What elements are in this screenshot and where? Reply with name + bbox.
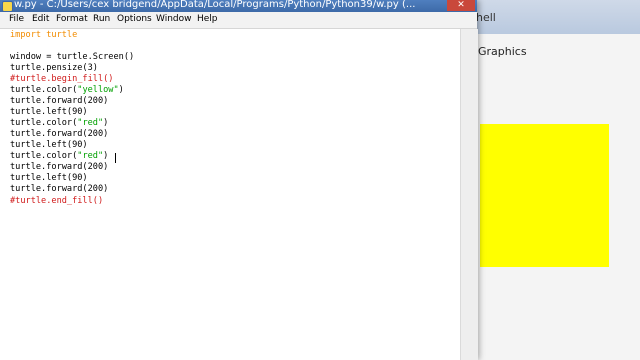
code-line-5: #turtle.begin_fill() bbox=[10, 74, 114, 84]
python-icon bbox=[2, 1, 13, 12]
code-line-7: turtle.forward(200) bbox=[10, 96, 109, 106]
menu-format[interactable]: Format bbox=[56, 14, 88, 24]
menu-edit[interactable]: Edit bbox=[32, 14, 49, 24]
menu-window[interactable]: Window bbox=[156, 14, 192, 24]
turtle-drawing-square bbox=[480, 124, 609, 267]
code-line-3: window = turtle.Screen() bbox=[10, 52, 135, 62]
code-line-11: turtle.left(90) bbox=[10, 140, 88, 150]
code-line-14: turtle.left(90) bbox=[10, 173, 88, 183]
turtle-graphics-window[interactable]: hell Graphics bbox=[462, 0, 640, 360]
vertical-scrollbar[interactable] bbox=[460, 29, 478, 360]
code-line-12: turtle.color("red") bbox=[10, 151, 109, 161]
close-icon[interactable]: ✕ bbox=[447, 0, 475, 11]
menu-options[interactable]: Options bbox=[117, 14, 152, 24]
code-line-13: turtle.forward(200) bbox=[10, 162, 109, 172]
code-line-8: turtle.left(90) bbox=[10, 107, 88, 117]
idle-editor-window[interactable]: w.py - C:/Users/cex bridgend/AppData/Loc… bbox=[0, 0, 478, 360]
code-line-1: import turtle bbox=[10, 30, 78, 40]
code-line-10: turtle.forward(200) bbox=[10, 129, 109, 139]
editor-titlebar[interactable]: w.py - C:/Users/cex bridgend/AppData/Loc… bbox=[0, 0, 477, 12]
menu-file[interactable]: File bbox=[9, 14, 24, 24]
turtle-window-subtitle: Graphics bbox=[478, 45, 527, 58]
code-line-9: turtle.color("red") bbox=[10, 118, 109, 128]
code-line-4: turtle.pensize(3) bbox=[10, 63, 98, 73]
menu-run[interactable]: Run bbox=[93, 14, 110, 24]
menu-bar: File Edit Format Run Options Window Help bbox=[0, 12, 477, 29]
code-line-6: turtle.color("yellow") bbox=[10, 85, 124, 95]
turtle-graphics-titlebar[interactable]: hell bbox=[462, 0, 640, 34]
text-cursor bbox=[115, 153, 116, 163]
code-line-16: #turtle.end_fill() bbox=[10, 196, 104, 206]
code-line-15: turtle.forward(200) bbox=[10, 184, 109, 194]
editor-title: w.py - C:/Users/cex bridgend/AppData/Loc… bbox=[14, 0, 416, 10]
menu-help[interactable]: Help bbox=[197, 14, 218, 24]
turtle-window-title: hell bbox=[476, 11, 496, 24]
